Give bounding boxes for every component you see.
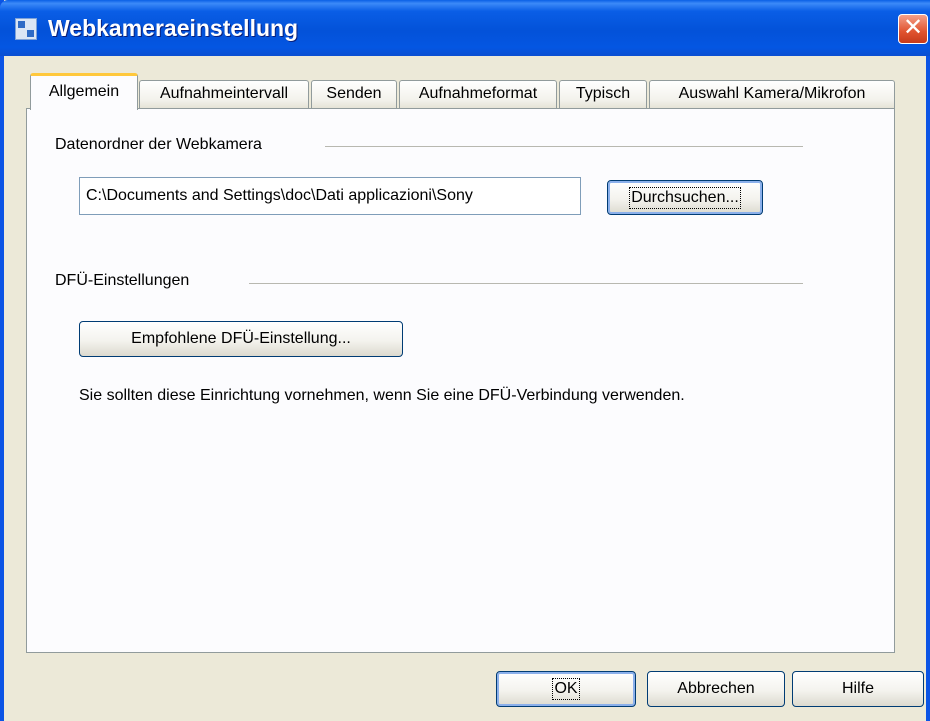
tab-allgemein[interactable]: Allgemein <box>30 73 138 110</box>
browse-button-label: Durchsuchen... <box>629 186 741 209</box>
dialup-group-divider <box>249 283 803 284</box>
app-icon <box>15 18 37 40</box>
tab-aufnahmeformat[interactable]: Aufnahmeformat <box>399 80 557 108</box>
ok-button-label: OK <box>552 678 580 700</box>
browse-button[interactable]: Durchsuchen... <box>607 180 763 215</box>
folder-path-input[interactable]: C:\Documents and Settings\doc\Dati appli… <box>79 177 581 215</box>
close-icon: ✕ <box>902 14 924 41</box>
title-bar[interactable]: Webkameraeinstellung ✕ <box>0 0 930 56</box>
tab-senden[interactable]: Senden <box>311 80 397 108</box>
recommended-dialup-button-label: Empfohlene DFÜ-Einstellung... <box>131 330 351 347</box>
ok-button[interactable]: OK <box>496 671 636 707</box>
dialup-info-text: Sie sollten diese Einrichtung vornehmen,… <box>79 387 685 404</box>
tab-panel-allgemein: Datenordner der Webkamera C:\Documents a… <box>26 108 895 653</box>
recommended-dialup-button[interactable]: Empfohlene DFÜ-Einstellung... <box>79 321 403 357</box>
help-button-label: Hilfe <box>841 680 874 697</box>
help-button[interactable]: Hilfe <box>792 671 924 707</box>
tab-auswahl-kamera-mikrofon[interactable]: Auswahl Kamera/Mikrofon <box>649 80 895 108</box>
dialup-group-label: DFÜ-Einstellungen <box>55 272 190 289</box>
tab-aufnahmeintervall[interactable]: Aufnahmeintervall <box>139 80 309 108</box>
tab-typisch[interactable]: Typisch <box>559 80 647 108</box>
cancel-button[interactable]: Abbrechen <box>647 671 785 707</box>
window-title: Webkameraeinstellung <box>48 15 299 41</box>
close-button[interactable]: ✕ <box>898 14 928 44</box>
folder-group-divider <box>325 146 803 147</box>
cancel-button-label: Abbrechen <box>677 680 755 697</box>
folder-group-label: Datenordner der Webkamera <box>55 136 262 153</box>
dialog-window: Webkameraeinstellung ✕ Allgemein Aufnahm… <box>0 0 930 721</box>
